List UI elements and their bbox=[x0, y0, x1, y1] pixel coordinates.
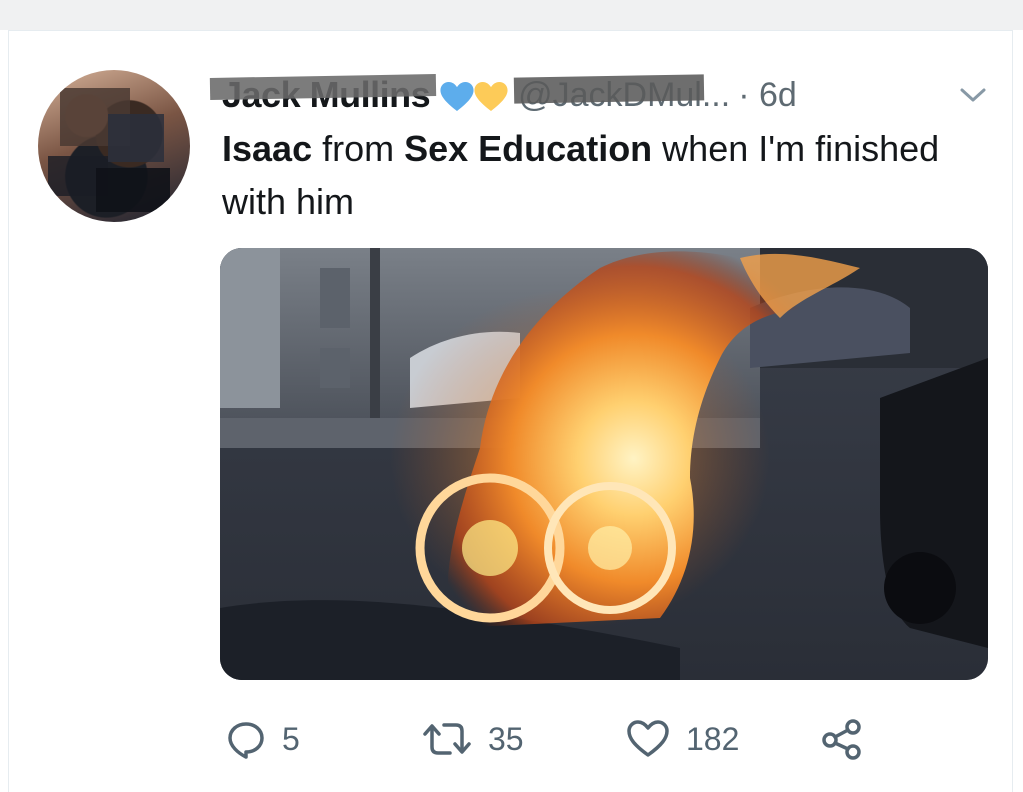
text-bold-part: Sex Education bbox=[404, 128, 653, 169]
avatar-pixelation bbox=[96, 168, 170, 212]
timestamp[interactable]: · 6d bbox=[738, 76, 797, 115]
tweet-actions: 5 35 182 bbox=[226, 712, 886, 766]
heart-outline-icon bbox=[626, 719, 670, 759]
burning-wheelchair-photo bbox=[220, 248, 988, 680]
text-part: from bbox=[312, 128, 405, 169]
separator-dot: · bbox=[738, 75, 750, 114]
like-count: 182 bbox=[686, 720, 740, 757]
reply-button[interactable]: 5 bbox=[226, 712, 300, 766]
text-bold-part: Isaac bbox=[222, 128, 313, 169]
tweet-header: Jack Mullins @JackDMul... · 6d bbox=[209, 72, 797, 118]
retweet-button[interactable]: 35 bbox=[422, 712, 524, 766]
author-name[interactable]: Jack Mullins bbox=[209, 74, 437, 116]
tweet-media-photo[interactable] bbox=[220, 248, 988, 680]
avatar-pixelation bbox=[108, 114, 164, 162]
share-button[interactable] bbox=[820, 712, 862, 766]
reply-icon bbox=[226, 719, 266, 759]
redaction-scribble bbox=[513, 73, 705, 104]
tweet-text: Isaac from Sex Education when I'm finish… bbox=[222, 122, 942, 228]
top-strip bbox=[0, 0, 1023, 30]
author-handle[interactable]: @JackDMul... bbox=[513, 73, 730, 115]
yellow-heart-icon bbox=[474, 82, 508, 111]
blue-heart-icon bbox=[440, 82, 474, 111]
share-icon bbox=[820, 718, 862, 760]
avatar[interactable] bbox=[38, 70, 190, 222]
retweet-count: 35 bbox=[488, 720, 524, 757]
reply-count: 5 bbox=[282, 720, 300, 757]
retweet-icon bbox=[422, 719, 472, 759]
time-label: 6d bbox=[758, 75, 797, 114]
chevron-down-icon[interactable] bbox=[958, 84, 988, 106]
redaction-scribble bbox=[209, 74, 437, 100]
like-button[interactable]: 182 bbox=[626, 712, 739, 766]
